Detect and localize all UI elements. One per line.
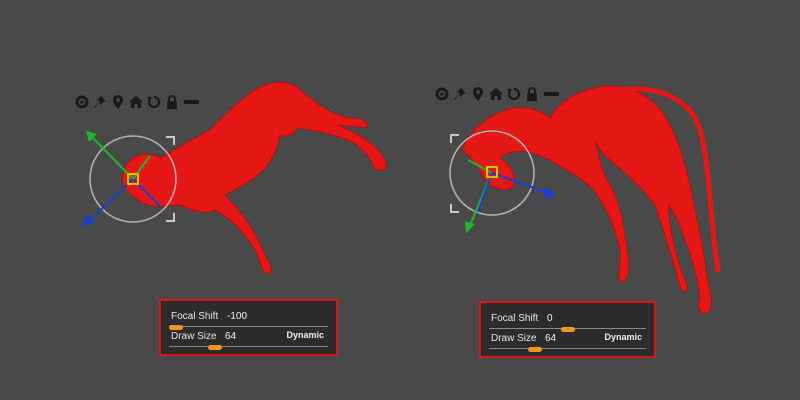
gizmo-bracket: [450, 134, 459, 213]
viewport-left[interactable]: Focal Shift -100 Draw Size 64 Dynamic: [0, 0, 400, 400]
focal-shift-value: 0: [547, 313, 553, 324]
gear-icon[interactable]: [74, 94, 90, 110]
gizmo-x-arrow[interactable]: [543, 187, 556, 199]
brush-settings-panel-right: Focal Shift 0 Draw Size 64 Dynamic: [479, 301, 656, 358]
lock-icon[interactable]: [164, 94, 180, 110]
draw-size-value: 64: [545, 333, 557, 344]
viewport-right[interactable]: Focal Shift 0 Draw Size 64 Dynamic: [400, 0, 800, 400]
gizmo-toolbar-right: [434, 86, 560, 102]
gizmo-toolbar-left: [74, 94, 200, 110]
focal-shift-value: -100: [227, 311, 248, 322]
focal-shift-slider[interactable]: Focal Shift 0: [487, 310, 648, 332]
home-icon[interactable]: [488, 86, 504, 102]
focal-shift-label: Focal Shift: [491, 313, 539, 324]
draw-size-knob[interactable]: [208, 345, 223, 350]
rotate-icon[interactable]: [146, 94, 162, 110]
draw-size-slider[interactable]: Draw Size 64 Dynamic: [487, 330, 648, 352]
dynamic-button[interactable]: Dynamic: [604, 332, 642, 342]
pin-icon[interactable]: [92, 94, 108, 110]
draw-size-knob[interactable]: [527, 347, 542, 352]
draw-size-track[interactable]: [489, 348, 646, 349]
location-icon[interactable]: [470, 86, 486, 102]
toggle-icon[interactable]: [182, 94, 200, 110]
location-icon[interactable]: [110, 94, 126, 110]
creature-model[interactable]: [461, 85, 712, 314]
focal-shift-track[interactable]: [169, 326, 328, 327]
draw-size-label: Draw Size: [171, 331, 217, 342]
dynamic-button[interactable]: Dynamic: [286, 330, 324, 340]
draw-size-slider[interactable]: Draw Size 64 Dynamic: [167, 328, 330, 350]
creature-model[interactable]: [121, 81, 388, 275]
focal-shift-slider[interactable]: Focal Shift -100: [167, 308, 330, 330]
toggle-icon[interactable]: [542, 86, 560, 102]
gizmo-y-arrow[interactable]: [465, 221, 475, 233]
lock-icon[interactable]: [524, 86, 540, 102]
draw-size-value: 64: [225, 331, 237, 342]
home-icon[interactable]: [128, 94, 144, 110]
rotate-icon[interactable]: [506, 86, 522, 102]
draw-size-track[interactable]: [169, 346, 328, 347]
pin-icon[interactable]: [452, 86, 468, 102]
draw-size-label: Draw Size: [491, 333, 537, 344]
focal-shift-label: Focal Shift: [171, 311, 219, 322]
gear-icon[interactable]: [434, 86, 450, 102]
brush-settings-panel-left: Focal Shift -100 Draw Size 64 Dynamic: [159, 299, 338, 356]
